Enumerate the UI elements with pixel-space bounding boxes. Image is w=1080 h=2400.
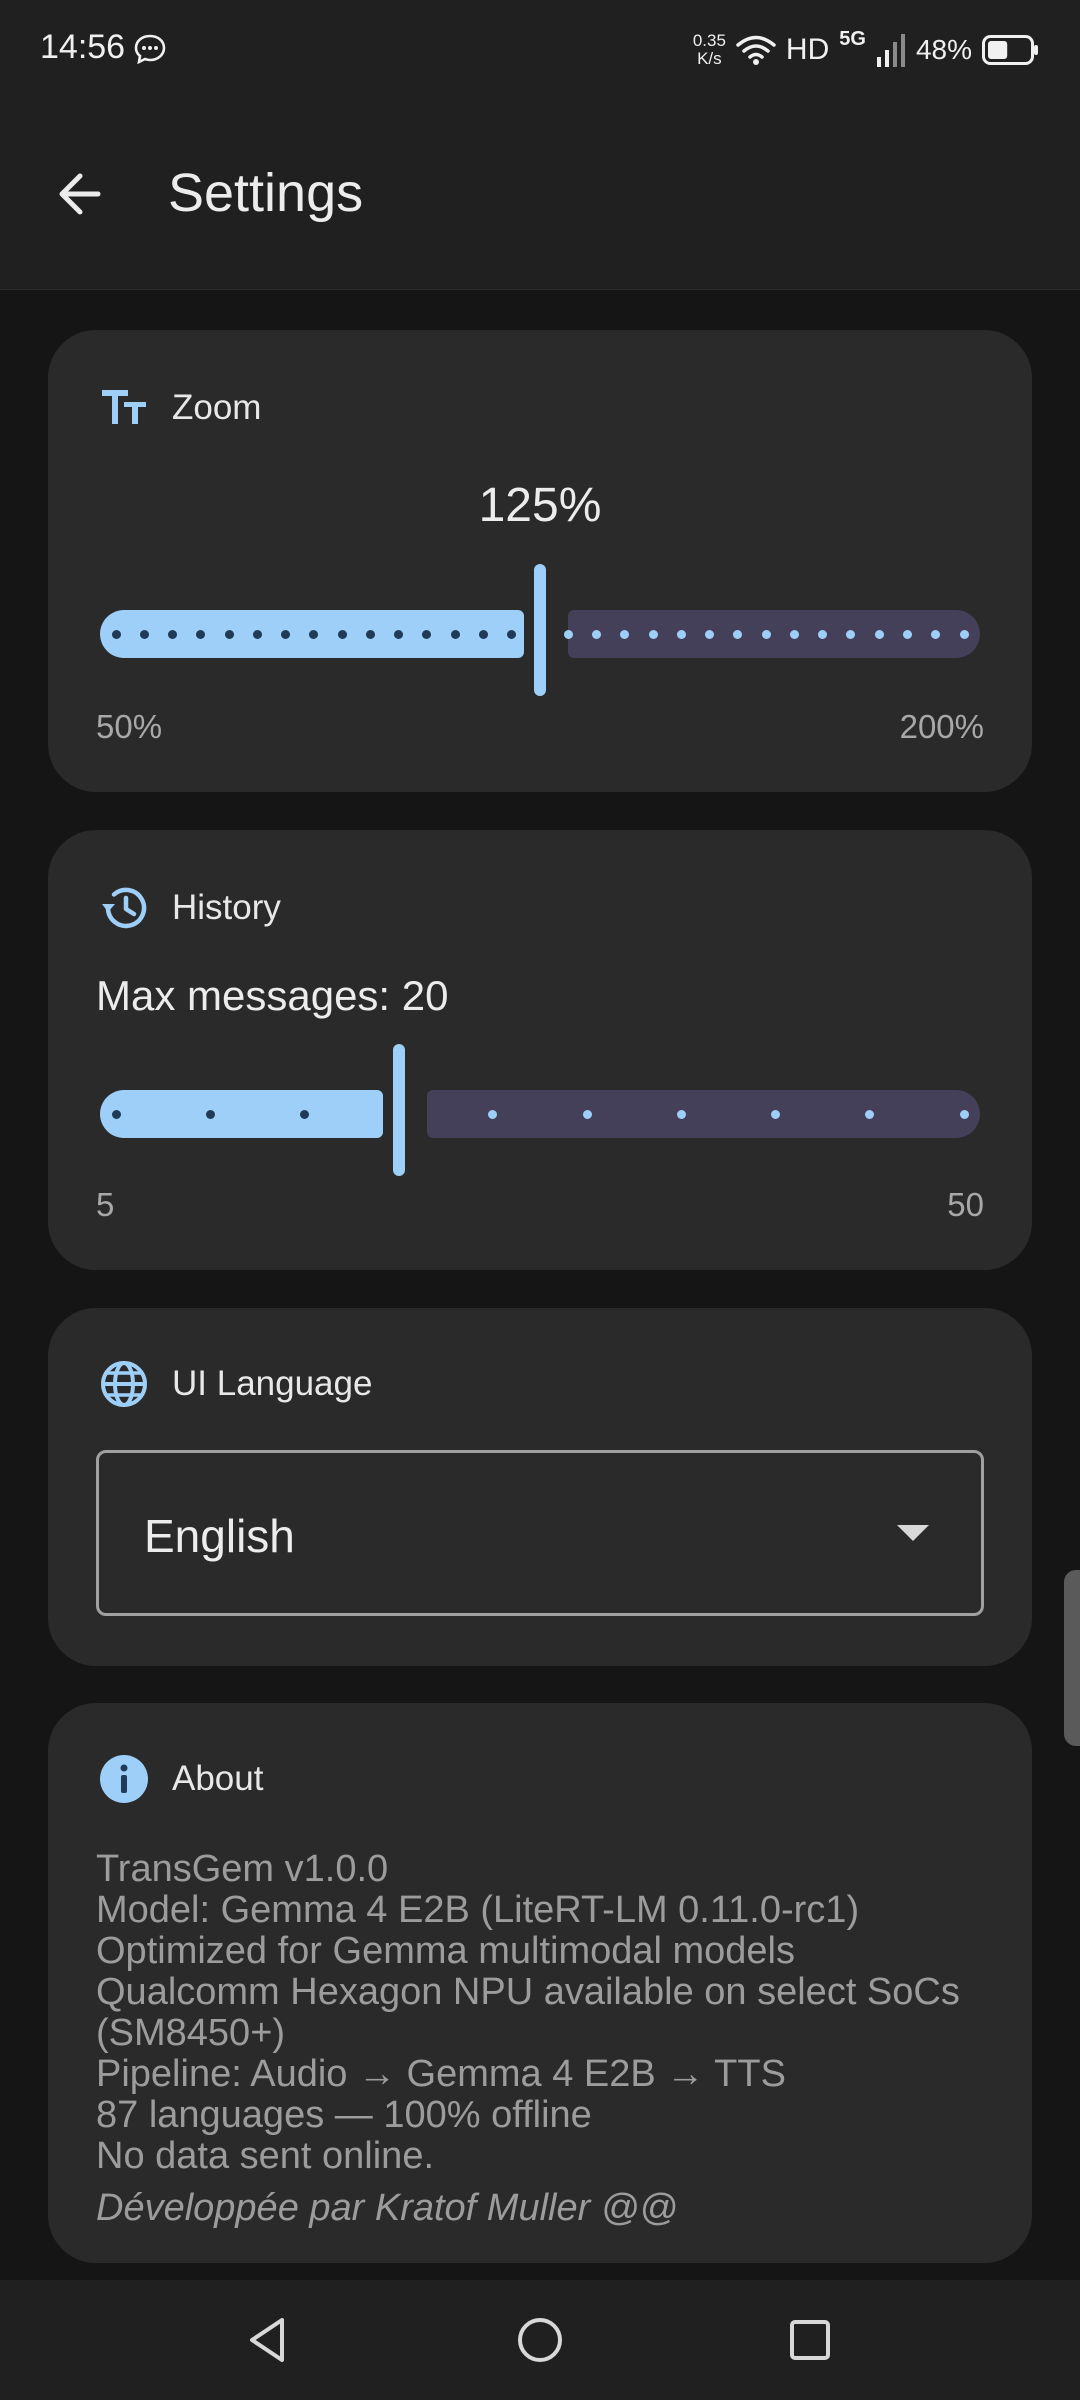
history-slider-active-track — [100, 1090, 383, 1138]
history-slider-tick — [111, 1110, 121, 1119]
nav-recents-icon[interactable] — [778, 2308, 842, 2372]
signal-icon — [876, 34, 905, 67]
zoom-min-label: 50% — [96, 708, 163, 745]
about-line-pipeline: Pipeline: Audio → Gemma 4 E2B → TTS — [96, 2053, 786, 2095]
back-arrow-icon[interactable] — [48, 158, 120, 230]
language-dropdown[interactable]: English — [96, 1450, 984, 1616]
nav-home-icon[interactable] — [508, 2308, 572, 2372]
wifi-icon — [736, 35, 776, 65]
globe-icon — [101, 1361, 147, 1407]
ui-language-title: UI Language — [172, 1364, 373, 1403]
battery-percent: 48% — [915, 34, 972, 65]
zoom-value: 125% — [478, 479, 602, 532]
hd-indicator: HD — [785, 33, 830, 66]
text-size-icon — [102, 390, 146, 424]
history-slider-tick — [299, 1110, 309, 1119]
history-max-label: 50 — [947, 1186, 984, 1223]
history-slider-tick — [205, 1110, 215, 1119]
about-line-npu: Qualcomm Hexagon NPU available on select… — [96, 1971, 960, 2054]
zoom-slider-tick — [337, 630, 347, 639]
about-line-model: Model: Gemma 4 E2B (LiteRT-LM 0.11.0-rc1… — [96, 1889, 860, 1931]
app-bar: Settings — [0, 100, 1080, 290]
zoom-slider-thumb[interactable] — [534, 564, 546, 696]
zoom-max-label: 200% — [899, 708, 984, 745]
network-speed-value: 0.35 — [692, 31, 726, 50]
zoom-slider-tick — [959, 630, 969, 639]
zoom-slider-tick — [902, 630, 912, 639]
navigation-bar — [0, 2280, 1080, 2400]
history-slider-tick — [771, 1110, 781, 1119]
zoom-slider-tick — [168, 630, 178, 639]
zoom-card: Zoom 125% 50% 200% — [48, 330, 1032, 792]
about-card: About TransGem v1.0.0 Model: Gemma 4 E2B… — [48, 1703, 1032, 2263]
about-title: About — [172, 1759, 264, 1798]
zoom-slider[interactable] — [100, 564, 980, 704]
history-slider-thumb[interactable] — [392, 1044, 405, 1176]
history-header: History — [98, 882, 281, 934]
zoom-slider-tick — [478, 630, 488, 639]
history-slider-tick — [959, 1110, 969, 1119]
history-min-label: 5 — [96, 1186, 115, 1223]
about-line-languages: 87 languages — 100% offline — [96, 2094, 592, 2136]
about-line-optimized: Optimized for Gemma multimodal models — [96, 1930, 795, 1972]
max-messages-label: Max messages: 20 — [96, 972, 449, 1019]
zoom-slider-tick — [789, 630, 799, 639]
network-speed-unit: K/s — [697, 49, 722, 68]
history-title: History — [172, 888, 281, 927]
language-selected-value: English — [144, 1510, 295, 1562]
page-title: Settings — [168, 163, 364, 223]
ui-language-header: UI Language — [98, 1358, 372, 1410]
status-indicators: 0.35 K/s HD 5G 48% — [693, 26, 1040, 74]
status-time: 14:56 — [40, 28, 126, 66]
zoom-slider-tick — [450, 630, 460, 639]
zoom-slider-tick — [365, 630, 375, 639]
zoom-slider-tick — [676, 630, 686, 639]
about-line-version: TransGem v1.0.0 — [96, 1848, 389, 1890]
scroll-indicator[interactable] — [1064, 1570, 1080, 1746]
about-credit: Développée par Kratof Muller @@ — [96, 2187, 678, 2229]
history-slider-tick — [582, 1110, 592, 1119]
zoom-slider-tick — [761, 630, 771, 639]
zoom-slider-tick — [111, 630, 121, 639]
history-card: History Max messages: 20 5 50 — [48, 830, 1032, 1270]
history-slider-tick — [676, 1110, 686, 1119]
zoom-slider-tick — [139, 630, 149, 639]
zoom-slider-tick — [648, 630, 658, 639]
zoom-slider-tick — [592, 630, 602, 639]
zoom-slider-tick — [252, 630, 262, 639]
history-slider[interactable] — [100, 1044, 980, 1184]
history-slider-inactive-track — [426, 1090, 980, 1138]
info-icon — [100, 1755, 148, 1803]
chat-notification-icon — [134, 34, 166, 65]
history-icon — [102, 887, 147, 929]
zoom-title: Zoom — [172, 388, 262, 427]
battery-level — [988, 41, 1008, 59]
about-line-privacy: No data sent online. — [96, 2135, 435, 2177]
about-details: TransGem v1.0.0 Model: Gemma 4 E2B (Lite… — [96, 1849, 996, 2177]
zoom-slider-inactive-track — [568, 610, 980, 658]
about-header: About — [98, 1753, 263, 1805]
ui-language-card: UI Language English — [48, 1308, 1032, 1666]
status-bar: 14:56 0.35 K/s HD 5G 48% — [0, 0, 1080, 100]
battery-icon — [982, 35, 1038, 65]
zoom-slider-tick — [563, 630, 573, 639]
network-type: 5G — [839, 28, 866, 50]
network-speed: 0.35 K/s — [693, 32, 726, 68]
zoom-slider-tick — [224, 630, 234, 639]
nav-back-icon[interactable] — [236, 2308, 300, 2372]
dropdown-arrow-icon — [897, 1525, 929, 1541]
zoom-header: Zoom — [98, 382, 261, 434]
zoom-slider-tick — [874, 630, 884, 639]
